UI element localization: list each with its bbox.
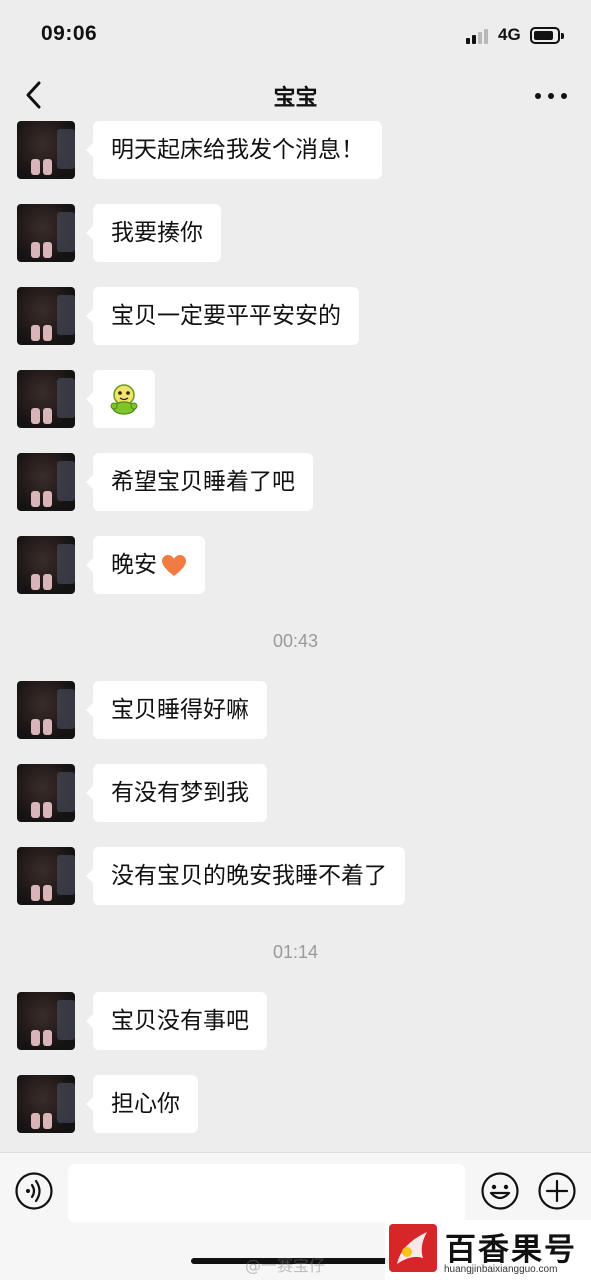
avatar[interactable] bbox=[17, 992, 75, 1050]
avatar[interactable] bbox=[17, 536, 75, 594]
avatar[interactable] bbox=[17, 1075, 75, 1133]
chat-header: 宝宝 bbox=[0, 70, 591, 122]
weibo-watermark: @一赛宝仔 bbox=[245, 1256, 326, 1275]
more-functions-button[interactable] bbox=[537, 1171, 577, 1211]
avatar[interactable] bbox=[17, 204, 75, 262]
more-dot-icon bbox=[561, 93, 567, 99]
message-row: 晚安 bbox=[0, 536, 591, 596]
orange-heart-icon bbox=[162, 554, 186, 576]
message-row: 没有宝贝的晚安我睡不着了 bbox=[0, 847, 591, 907]
message-row: 宝贝没有事吧 bbox=[0, 992, 591, 1052]
green-smiley-sticker-icon bbox=[110, 384, 138, 415]
site-watermark: 百香果号 huangjinbaixiangguo.com bbox=[385, 1220, 591, 1280]
avatar[interactable] bbox=[17, 453, 75, 511]
avatar[interactable] bbox=[17, 287, 75, 345]
avatar[interactable] bbox=[17, 764, 75, 822]
voice-icon bbox=[15, 1172, 53, 1210]
message-row: 明天起床给我发个消息！ bbox=[0, 121, 591, 181]
message-bubble[interactable]: 希望宝贝睡着了吧 bbox=[86, 453, 313, 511]
message-row bbox=[0, 370, 591, 430]
plus-icon bbox=[538, 1172, 576, 1210]
message-bubble[interactable]: 我要揍你 bbox=[86, 204, 221, 262]
message-bubble[interactable]: 明天起床给我发个消息！ bbox=[86, 121, 382, 179]
avatar[interactable] bbox=[17, 121, 75, 179]
message-bubble[interactable]: 晚安 bbox=[86, 536, 205, 594]
avatar[interactable] bbox=[17, 681, 75, 739]
battery-icon bbox=[530, 27, 564, 44]
message-text: 晚安 bbox=[111, 552, 157, 578]
message-row: 担心你 bbox=[0, 1075, 591, 1135]
network-type: 4G bbox=[498, 25, 521, 44]
message-bubble[interactable]: 没有宝贝的晚安我睡不着了 bbox=[86, 847, 405, 905]
more-options-button[interactable] bbox=[535, 86, 567, 106]
more-dot-icon bbox=[548, 93, 554, 99]
timestamp: 00:43 bbox=[272, 631, 319, 651]
avatar[interactable] bbox=[17, 370, 75, 428]
message-bubble[interactable]: 担心你 bbox=[86, 1075, 198, 1133]
message-bubble[interactable]: 有没有梦到我 bbox=[86, 764, 267, 822]
site-logo-icon bbox=[389, 1224, 437, 1272]
timestamp: 01:14 bbox=[272, 942, 319, 962]
status-bar: 09:06 4G bbox=[0, 0, 591, 70]
voice-input-button[interactable] bbox=[14, 1171, 54, 1211]
message-input[interactable] bbox=[68, 1164, 465, 1222]
more-dot-icon bbox=[535, 93, 541, 99]
message-row: 有没有梦到我 bbox=[0, 764, 591, 824]
site-url: huangjinbaixiangguo.com bbox=[444, 1264, 558, 1275]
message-row: 宝贝睡得好嘛 bbox=[0, 681, 591, 741]
message-row: 希望宝贝睡着了吧 bbox=[0, 453, 591, 513]
emoji-button[interactable] bbox=[480, 1171, 520, 1211]
signal-icon bbox=[466, 28, 492, 44]
sticker-bubble[interactable] bbox=[86, 370, 155, 428]
status-time: 09:06 bbox=[41, 22, 98, 45]
message-row: 宝贝一定要平平安安的 bbox=[0, 287, 591, 347]
smiley-face-icon bbox=[481, 1172, 519, 1210]
message-bubble[interactable]: 宝贝没有事吧 bbox=[86, 992, 267, 1050]
message-bubble[interactable]: 宝贝一定要平平安安的 bbox=[86, 287, 359, 345]
message-bubble[interactable]: 宝贝睡得好嘛 bbox=[86, 681, 267, 739]
site-name: 百香果号 bbox=[445, 1232, 577, 1268]
avatar[interactable] bbox=[17, 847, 75, 905]
chat-title: 宝宝 bbox=[273, 86, 318, 111]
message-row: 我要揍你 bbox=[0, 204, 591, 264]
